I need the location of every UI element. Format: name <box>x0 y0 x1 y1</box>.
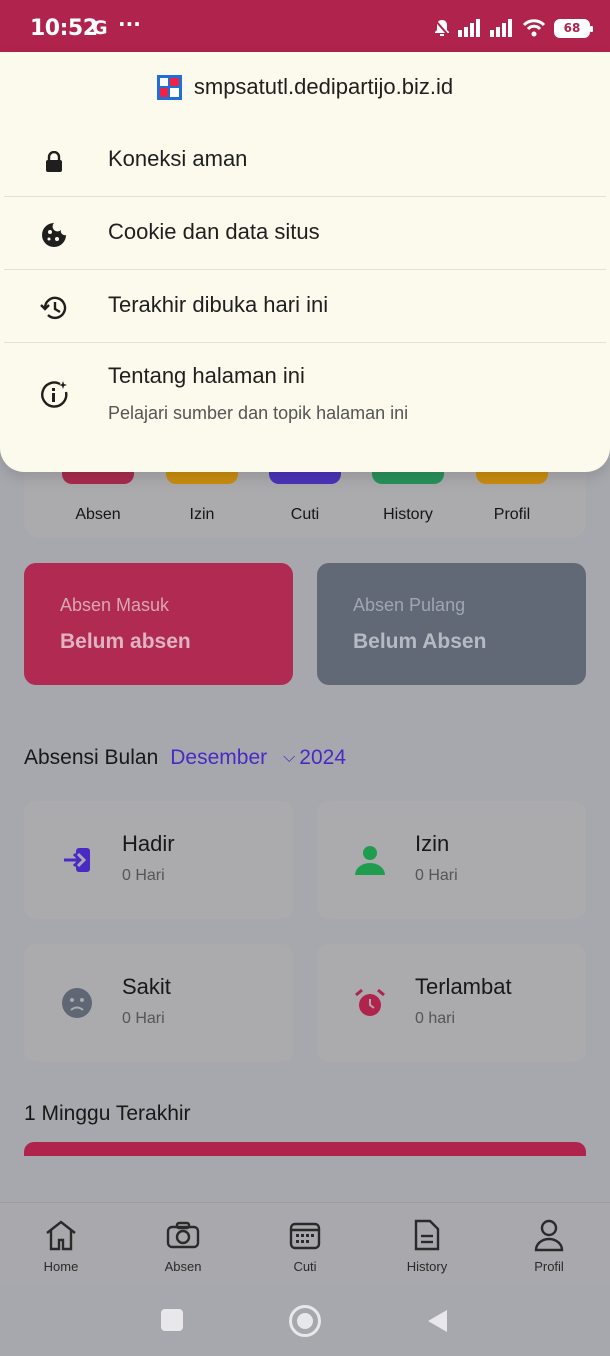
absen-masuk-value: Belum absen <box>60 630 191 653</box>
user-icon <box>531 1217 567 1253</box>
nav-profil[interactable]: Profil <box>499 1203 599 1284</box>
nav-label: Cuti <box>293 1259 317 1274</box>
cookies-label: Cookie dan data situs <box>108 219 320 244</box>
document-icon <box>409 1217 445 1253</box>
system-navigation <box>0 1284 610 1356</box>
nav-cuti[interactable]: Cuti <box>255 1203 355 1284</box>
recents-button[interactable] <box>161 1309 183 1331</box>
back-button[interactable] <box>428 1310 447 1332</box>
chevron-down-icon[interactable]: ⌵ <box>283 749 295 767</box>
month-title: Absensi Bulan <box>24 746 159 769</box>
person-icon <box>353 843 387 877</box>
stat-value: 0 Hari <box>415 867 458 884</box>
menu-label: Profil <box>493 506 531 523</box>
stat-title: Izin <box>415 831 450 856</box>
week-card <box>24 1142 586 1156</box>
lock-icon <box>40 148 68 176</box>
stat-sakit-card[interactable]: Sakit 0 Hari <box>24 944 293 1062</box>
login-icon <box>60 843 94 877</box>
mute-icon <box>434 19 450 37</box>
about-page-label: Tentang halaman ini <box>108 363 305 388</box>
absen-pulang-card[interactable]: Absen Pulang Belum Absen <box>317 563 586 685</box>
absen-masuk-label: Absen Masuk <box>60 595 170 615</box>
absen-pulang-value: Belum Absen <box>353 630 487 653</box>
stat-value: 0 Hari <box>122 867 165 884</box>
stat-hadir-card[interactable]: Hadir 0 Hari <box>24 801 293 919</box>
year-dropdown[interactable]: 2024 <box>299 746 346 770</box>
signal-icon-2 <box>490 19 512 37</box>
cookie-icon <box>40 221 68 249</box>
stat-value: 0 Hari <box>122 1010 165 1027</box>
sad-face-icon <box>60 986 94 1020</box>
home-icon <box>43 1217 79 1253</box>
bottom-navigation: Home Absen Cuti History Profil <box>0 1202 610 1284</box>
about-page-item[interactable]: Tentang halaman ini Pelajari sumber dan … <box>0 343 610 443</box>
cookies-item[interactable]: Cookie dan data situs <box>0 197 610 270</box>
last-opened-item[interactable]: Terakhir dibuka hari ini <box>0 270 610 343</box>
stat-title: Terlambat <box>415 974 512 999</box>
menu-label: Izin <box>189 506 215 523</box>
status-icons: 68 <box>434 17 593 39</box>
menu-label: Absen <box>75 506 121 523</box>
connection-secure-label: Koneksi aman <box>108 146 248 171</box>
absen-masuk-card[interactable]: Absen Masuk Belum absen <box>24 563 293 685</box>
battery-icon: 68 <box>554 18 593 38</box>
home-button[interactable] <box>289 1305 321 1337</box>
last-opened-label: Terakhir dibuka hari ini <box>108 292 329 317</box>
info-sparkle-icon <box>40 381 68 409</box>
nav-label: Absen <box>164 1259 202 1274</box>
connection-secure-item[interactable]: Koneksi aman <box>0 124 610 197</box>
nav-label: Profil <box>534 1259 564 1274</box>
stat-value: 0 hari <box>415 1010 456 1027</box>
clock: 10:52 <box>30 16 98 41</box>
google-icon: G <box>92 17 108 39</box>
battery-level: 68 <box>563 21 581 35</box>
nav-label: Home <box>43 1259 79 1274</box>
about-page-sublabel: Pelajari sumber dan topik halaman ini <box>108 403 409 423</box>
signal-icon <box>458 19 480 37</box>
more-notifications-icon: ··· <box>118 12 141 36</box>
alarm-icon <box>353 986 387 1020</box>
nav-label: History <box>406 1259 448 1274</box>
wifi-icon <box>522 19 546 37</box>
nav-home[interactable]: Home <box>11 1203 111 1284</box>
camera-icon <box>165 1217 201 1253</box>
stat-terlambat-card[interactable]: Terlambat 0 hari <box>317 944 586 1062</box>
menu-label: Cuti <box>290 506 320 523</box>
stat-izin-card[interactable]: Izin 0 Hari <box>317 801 586 919</box>
month-dropdown[interactable]: Desember <box>170 746 267 770</box>
absen-pulang-label: Absen Pulang <box>353 595 466 615</box>
menu-label: History <box>383 506 433 523</box>
calendar-icon <box>287 1217 323 1253</box>
site-url: smpsatutl.dedipartijo.biz.id <box>193 74 454 99</box>
nav-absen[interactable]: Absen <box>133 1203 233 1284</box>
status-bar: 10:52 G ··· 68 <box>0 0 610 52</box>
month-selector-row: Absensi Bulan Desember ⌵ 2024 <box>24 746 346 770</box>
site-url-row: smpsatutl.dedipartijo.biz.id <box>0 74 610 100</box>
site-favicon-icon <box>156 74 182 100</box>
week-title: 1 Minggu Terakhir <box>24 1102 191 1125</box>
stat-title: Sakit <box>122 974 171 999</box>
site-info-popup: smpsatutl.dedipartijo.biz.id Koneksi ama… <box>0 52 610 472</box>
stat-title: Hadir <box>122 831 175 856</box>
nav-history[interactable]: History <box>377 1203 477 1284</box>
history-icon <box>40 294 68 322</box>
